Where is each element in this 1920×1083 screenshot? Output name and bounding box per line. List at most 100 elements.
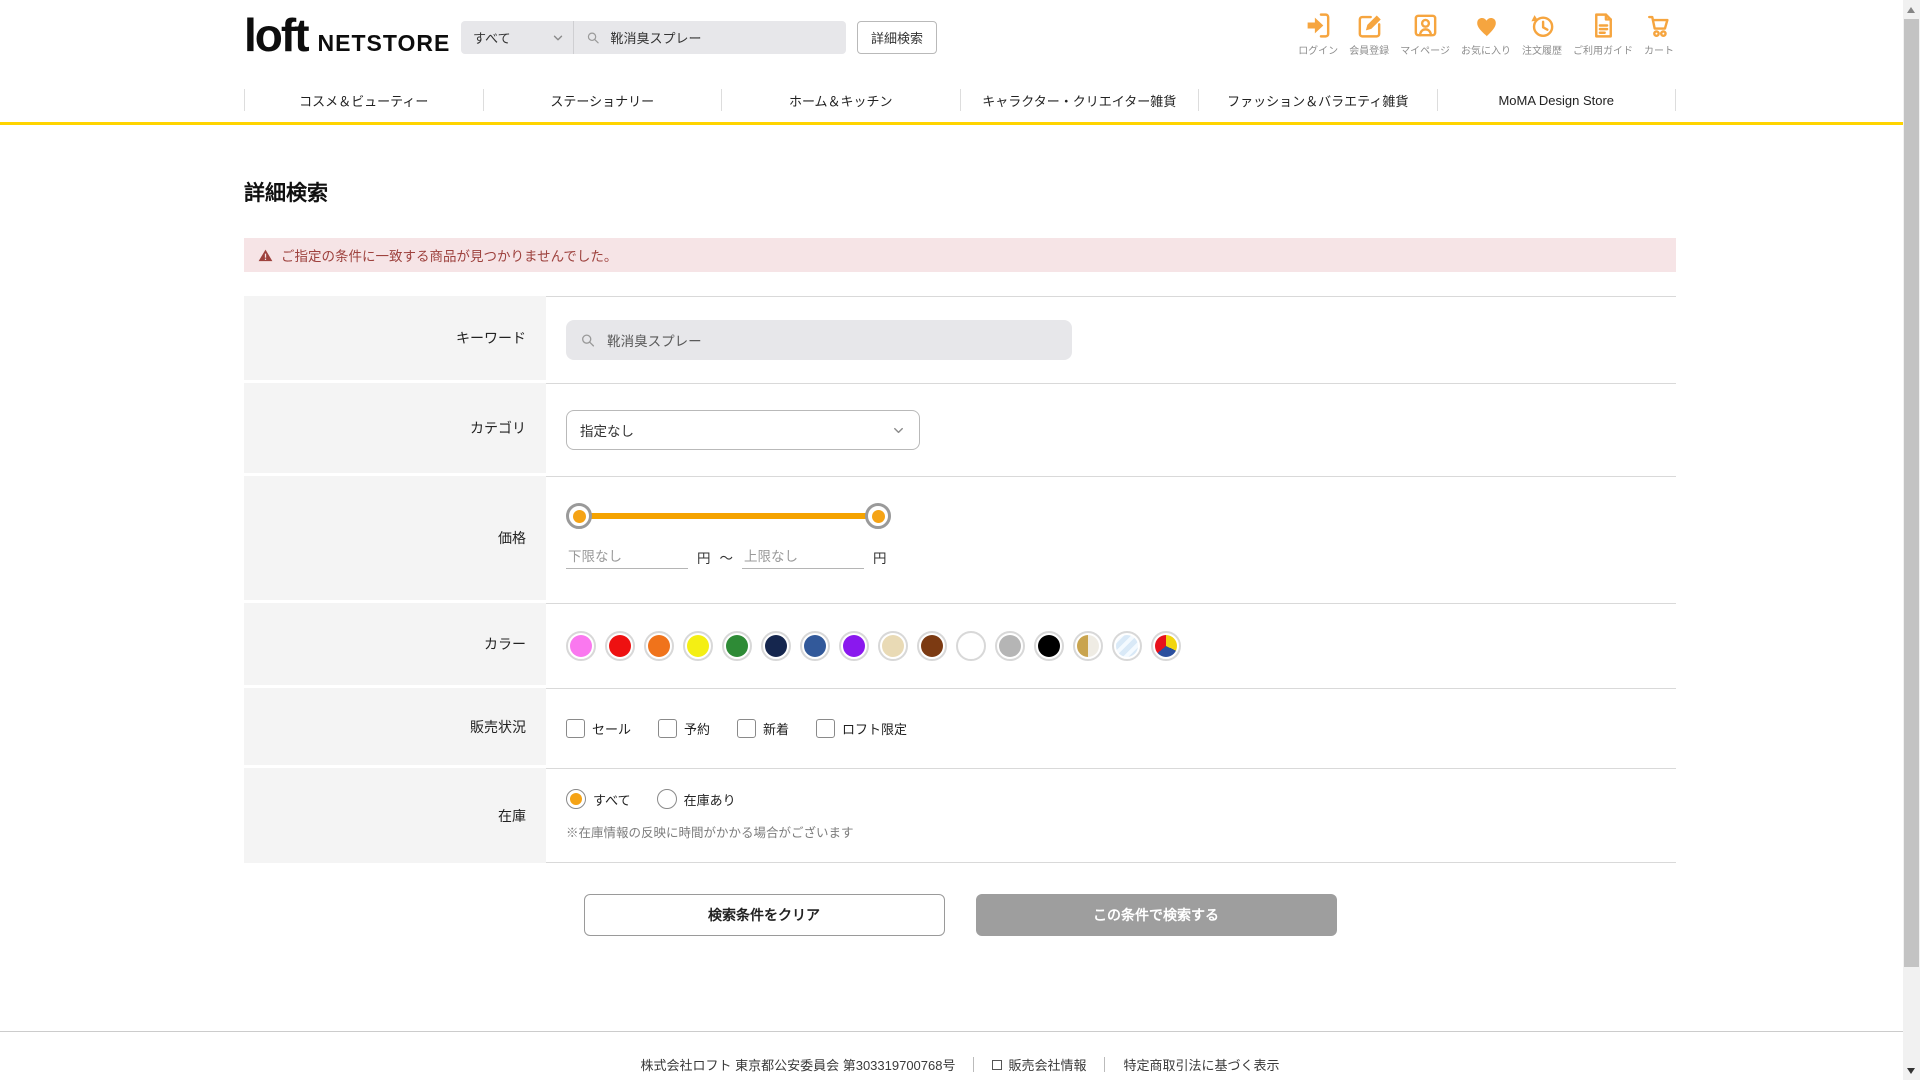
footer-link-commercial-law[interactable]: 特定商取引法に基づく表示 xyxy=(1123,1055,1279,1074)
logo-loft-text: loft xyxy=(244,9,310,61)
radio-in-stock-label: 在庫あり xyxy=(683,792,736,808)
color-swatch-red[interactable] xyxy=(605,631,635,661)
price-slider-max-handle[interactable] xyxy=(865,503,891,529)
price-range-slider[interactable] xyxy=(566,503,891,529)
mypage-label: マイページ xyxy=(1400,46,1450,57)
header-search-bar: すべて 詳細検索 xyxy=(461,21,938,54)
checkbox-sale-label: セール xyxy=(592,722,632,737)
loft-logo[interactable]: loft NETSTORE xyxy=(244,12,450,58)
footer-link-company-info[interactable]: 販売会社情報 xyxy=(992,1055,1086,1074)
checkbox-sale[interactable]: セール xyxy=(566,719,631,738)
price-min-input[interactable] xyxy=(566,545,688,569)
register-label: 会員登録 xyxy=(1349,46,1390,57)
price-slider-max-dot xyxy=(871,509,885,523)
guide-label: ご利用ガイド xyxy=(1573,46,1633,57)
stock-note: ※在庫情報の反映に時間がかかる場合がございます xyxy=(566,826,854,840)
radio-in-stock[interactable]: 在庫あり xyxy=(656,789,736,809)
heart-icon xyxy=(1476,18,1496,37)
no-results-message: ご指定の条件に一致する商品が見つかりませんでした。 xyxy=(281,249,618,264)
price-max-input[interactable] xyxy=(742,545,864,569)
favorites-label: お気に入り xyxy=(1461,46,1511,57)
stock-options: すべて 在庫あり xyxy=(566,789,1676,809)
color-swatch-beige[interactable] xyxy=(878,631,908,661)
header-utilities: ログイン 会員登録 マイページ お気に入り 注文履歴 ご利用ガイド カート xyxy=(1298,11,1674,57)
color-swatch-brown[interactable] xyxy=(917,631,947,661)
keyword-row: キーワード xyxy=(244,296,1676,383)
color-swatch-blue[interactable] xyxy=(800,631,830,661)
footer-link-commercial-law-label: 特定商取引法に基づく表示 xyxy=(1123,1058,1280,1073)
checkbox-preorder-box[interactable] xyxy=(658,719,678,738)
category-select-value: 指定なし xyxy=(580,424,634,439)
nav-item-stationery[interactable]: ステーショナリー xyxy=(484,91,722,110)
nav-item-moma-design-store[interactable]: MoMA Design Store xyxy=(1438,93,1676,108)
color-swatch-gold-silver[interactable] xyxy=(1073,631,1103,661)
chevron-down-icon xyxy=(553,35,563,40)
advanced-search-button[interactable]: 詳細検索 xyxy=(857,21,938,54)
category-select[interactable]: 指定なし xyxy=(566,410,920,450)
price-label: 価格 xyxy=(244,476,546,603)
cart-label: カート xyxy=(1644,46,1674,57)
form-actions: 検索条件をクリア この条件で検索する xyxy=(244,894,1676,936)
order-history-button[interactable]: 注文履歴 xyxy=(1522,11,1562,57)
cart-button[interactable]: カート xyxy=(1644,11,1674,57)
color-swatch-purple[interactable] xyxy=(839,631,869,661)
submit-search-button[interactable]: この条件で検索する xyxy=(975,894,1337,936)
scrollbar-thumb[interactable] xyxy=(1904,19,1919,967)
mypage-button[interactable]: マイページ xyxy=(1400,11,1450,57)
nav-item-fashion-variety[interactable]: ファッション＆バラエティ雑貨 xyxy=(1199,91,1437,110)
color-swatch-white[interactable] xyxy=(956,631,986,661)
scrollbar[interactable] xyxy=(1903,0,1920,1080)
radio-all[interactable]: すべて xyxy=(566,789,631,809)
yen-unit: 円 xyxy=(697,551,711,566)
nav-item-home-kitchen[interactable]: ホーム＆キッチン xyxy=(722,91,960,110)
external-link-icon xyxy=(992,1059,1003,1070)
favorites-button[interactable]: お気に入り xyxy=(1461,11,1511,57)
color-swatch-black[interactable] xyxy=(1034,631,1064,661)
nav-item-cosme-beauty[interactable]: コスメ＆ビューティー xyxy=(245,91,483,110)
checkbox-new-label: 新着 xyxy=(763,722,790,737)
sales-status-row: 販売状況 セール 予約 新着 ロフト限定 xyxy=(244,688,1676,768)
color-swatch-green[interactable] xyxy=(722,631,752,661)
guide-document-icon xyxy=(1594,13,1612,38)
search-category-select[interactable]: すべて xyxy=(461,21,573,54)
register-icon xyxy=(1358,15,1381,38)
search-icon xyxy=(587,32,599,43)
header-search-input-zone xyxy=(574,21,846,54)
checkbox-loft-exclusive-box[interactable] xyxy=(816,719,836,738)
keyword-input[interactable] xyxy=(605,331,1058,349)
sales-status-label: 販売状況 xyxy=(244,688,546,768)
color-swatch-yellow[interactable] xyxy=(683,631,713,661)
price-slider-track xyxy=(578,513,879,519)
checkbox-sale-box[interactable] xyxy=(566,719,585,738)
radio-in-stock-circle[interactable] xyxy=(656,789,677,809)
color-swatch-clear[interactable] xyxy=(1112,631,1142,661)
color-swatch-navy[interactable] xyxy=(761,631,791,661)
color-swatch-pink[interactable] xyxy=(566,631,596,661)
scroll-down-icon[interactable] xyxy=(1907,1068,1915,1074)
checkbox-new[interactable]: 新着 xyxy=(737,719,789,738)
color-row: カラー xyxy=(244,603,1676,688)
logo-netstore-text: NETSTORE xyxy=(317,30,451,56)
nav-divider xyxy=(1675,89,1676,111)
login-button[interactable]: ログイン xyxy=(1298,11,1338,57)
color-swatch-gray[interactable] xyxy=(995,631,1025,661)
price-slider-min-handle[interactable] xyxy=(566,503,592,529)
register-button[interactable]: 会員登録 xyxy=(1349,11,1389,57)
checkbox-new-box[interactable] xyxy=(737,719,757,738)
color-swatch-multicolor[interactable] xyxy=(1151,631,1181,661)
search-form: キーワード カテゴリ 指定なし 価格 xyxy=(244,296,1676,863)
color-swatch-orange[interactable] xyxy=(644,631,674,661)
checkbox-preorder-label: 予約 xyxy=(684,722,711,737)
footer-link-company-info-label: 販売会社情報 xyxy=(1008,1058,1087,1073)
checkbox-preorder[interactable]: 予約 xyxy=(658,719,710,738)
stock-label: 在庫 xyxy=(244,768,546,863)
nav-item-character-goods[interactable]: キャラクター・クリエイター雑貨 xyxy=(961,91,1199,110)
checkbox-loft-exclusive-label: ロフト限定 xyxy=(842,722,908,737)
radio-all-circle[interactable] xyxy=(566,789,586,809)
radio-all-label: すべて xyxy=(593,792,631,808)
clear-search-button[interactable]: 検索条件をクリア xyxy=(583,894,945,936)
guide-button[interactable]: ご利用ガイド xyxy=(1573,11,1633,57)
header-search-input[interactable] xyxy=(608,29,834,46)
scroll-up-icon[interactable] xyxy=(1907,7,1915,13)
checkbox-loft-exclusive[interactable]: ロフト限定 xyxy=(816,719,907,738)
